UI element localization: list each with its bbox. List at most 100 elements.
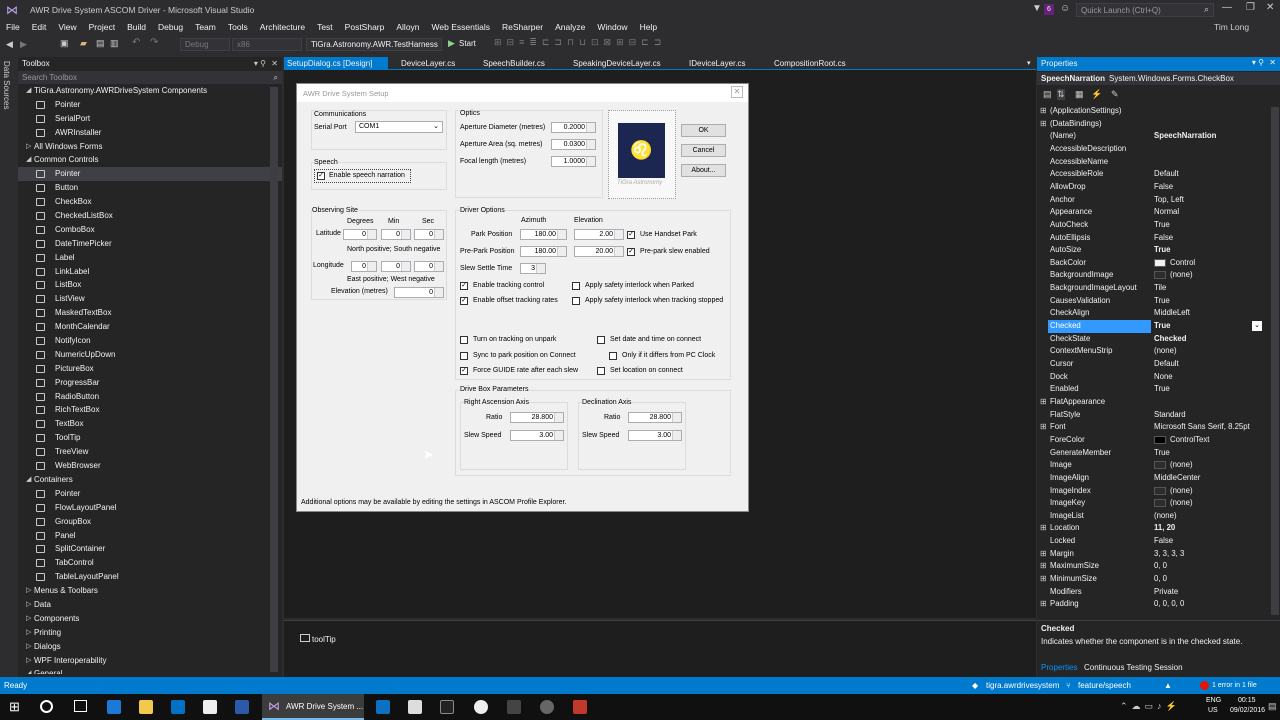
dec-slew-speed-input[interactable]: 3.00 — [628, 430, 682, 441]
pin-icon[interactable]: ▾ ⚲ — [254, 57, 266, 71]
tooltip-component-icon[interactable] — [300, 634, 310, 642]
property-row[interactable]: AutoSize True — [1037, 244, 1267, 257]
settings-gear-icon[interactable] — [540, 700, 554, 714]
menu-item[interactable]: Tools — [222, 20, 254, 35]
property-row[interactable]: AccessibleName — [1037, 156, 1267, 169]
property-row[interactable]: AccessibleDescription — [1037, 143, 1267, 156]
property-row[interactable]: Image (none) — [1037, 459, 1267, 472]
collapse-arrow-icon[interactable]: ◢ — [26, 84, 31, 98]
property-row[interactable]: Enabled True — [1037, 383, 1267, 396]
property-row[interactable]: AutoEllipsis False — [1037, 232, 1267, 245]
property-row[interactable]: CausesValidation True — [1037, 295, 1267, 308]
property-row[interactable]: ImageKey (none) — [1037, 497, 1267, 510]
property-row[interactable]: ⊞ MaximumSize 0, 0 — [1037, 560, 1267, 573]
safety-parked-checkbox[interactable] — [572, 282, 580, 290]
property-row[interactable]: ImageIndex (none) — [1037, 485, 1267, 498]
outlook-icon[interactable] — [171, 700, 185, 714]
property-row[interactable]: ForeColor ControlText — [1037, 434, 1267, 447]
property-value[interactable]: True — [1154, 320, 1170, 333]
property-row[interactable]: Locked False — [1037, 535, 1267, 548]
prepark-elevation-input[interactable]: 20.00 — [574, 246, 624, 257]
toolbox-item[interactable]: LinkLabel — [18, 265, 282, 279]
property-row[interactable]: Anchor Top, Left — [1037, 194, 1267, 207]
toolbox-item[interactable]: NumericUpDown — [18, 348, 282, 362]
powershell-icon[interactable] — [235, 700, 249, 714]
enable-offset-tracking-checkbox[interactable]: ✓ — [460, 297, 468, 305]
value-dropdown-icon[interactable]: ⌄ — [1252, 321, 1262, 332]
ra-slew-speed-input[interactable]: 3.00 — [510, 430, 564, 441]
tracking-on-unpark-checkbox[interactable] — [460, 336, 468, 344]
toolbox-item[interactable]: SplitContainer — [18, 542, 282, 556]
property-row[interactable]: Modifiers Private — [1037, 586, 1267, 599]
data-sources-strip[interactable]: Data Sources — [0, 57, 18, 677]
property-row[interactable]: CheckAlign MiddleLeft — [1037, 307, 1267, 320]
force-guide-checkbox[interactable]: ✓ — [460, 367, 468, 375]
toolbox-item[interactable]: TableLayoutPanel — [18, 570, 282, 584]
toolbox-group[interactable]: ◢ Containers — [18, 473, 282, 487]
set-location-checkbox[interactable] — [597, 367, 605, 375]
alphabetical-icon[interactable]: ⇅ — [1057, 89, 1065, 100]
toolbox-search[interactable]: Search Toolbox ⌕ — [18, 71, 282, 84]
expand-arrow-icon[interactable]: ▷ — [26, 584, 31, 598]
focal-length-input[interactable]: 1.0000 — [551, 156, 596, 167]
properties-close-icon[interactable]: ✕ — [1269, 58, 1276, 67]
setup-dialog-form[interactable]: AWR Drive System Setup ✕ Communications … — [296, 83, 749, 512]
user-name[interactable]: Tim Long — [1208, 20, 1255, 35]
property-row[interactable]: ContextMenuStrip (none) — [1037, 345, 1267, 358]
property-pages-icon[interactable]: ✎ — [1111, 89, 1119, 100]
toolbox-item[interactable]: NotifyIcon — [18, 334, 282, 348]
property-grid-scrollbar[interactable] — [1271, 107, 1279, 615]
property-row[interactable]: ⊞ (ApplicationSettings) — [1037, 105, 1267, 118]
property-row[interactable]: ImageAlign MiddleCenter — [1037, 472, 1267, 485]
toolbox-item[interactable]: RadioButton — [18, 390, 282, 404]
aperture-area-input[interactable]: 0.0300 — [551, 139, 596, 150]
back-icon[interactable]: ◀ — [6, 39, 13, 50]
property-row[interactable]: AccessibleRole Default — [1037, 168, 1267, 181]
dec-ratio-input[interactable]: 28.800 — [628, 412, 682, 423]
startup-project-dropdown[interactable]: TiGra.Astronomy.AWR.TestHarness — [306, 38, 442, 51]
property-row[interactable]: AutoCheck True — [1037, 219, 1267, 232]
longitude-sec-input[interactable]: 0 — [414, 261, 444, 272]
toolbox-group[interactable]: ▷ Data — [18, 598, 282, 612]
toolbox-group[interactable]: ▷ All Windows Forms — [18, 140, 282, 154]
latitude-degrees-input[interactable]: 0 — [343, 229, 377, 240]
toolbox-item[interactable]: Label — [18, 251, 282, 265]
serial-port-dropdown[interactable]: COM1 ⌄ — [355, 121, 443, 133]
edge-icon[interactable] — [107, 700, 121, 714]
terminal-icon[interactable] — [440, 700, 454, 714]
toolbox-group[interactable]: ▷ Printing — [18, 626, 282, 640]
use-handset-park-checkbox[interactable]: ✓ — [627, 231, 635, 239]
expand-arrow-icon[interactable]: ▷ — [26, 598, 31, 612]
property-row[interactable]: ⊞ Font Microsoft Sans Serif, 8.25pt — [1037, 421, 1267, 434]
property-row[interactable]: BackgroundImage (none) — [1037, 269, 1267, 282]
open-icon[interactable]: ▰ — [80, 38, 87, 49]
property-row[interactable]: Cursor Default — [1037, 358, 1267, 371]
music-icon[interactable] — [474, 700, 488, 714]
properties-tab[interactable]: Properties — [1041, 663, 1077, 672]
toolbox-item[interactable]: SerialPort — [18, 112, 282, 126]
toolbox-group[interactable]: ▷ Dialogs — [18, 640, 282, 654]
forward-icon[interactable]: ▶ — [20, 39, 27, 50]
property-row[interactable]: ⊞ Margin 3, 3, 3, 3 — [1037, 548, 1267, 561]
cortana-icon[interactable] — [40, 700, 53, 713]
ok-button[interactable]: OK — [681, 124, 726, 137]
toolbox-item[interactable]: MonthCalendar — [18, 320, 282, 334]
toolbox-close-icon[interactable]: ✕ — [271, 57, 278, 71]
park-azimuth-input[interactable]: 180.00 — [520, 229, 567, 240]
toolbox-item[interactable]: Pointer — [18, 487, 282, 501]
menu-item[interactable]: Edit — [26, 20, 53, 35]
error-summary[interactable]: 1 error in 1 file — [1212, 677, 1257, 694]
expand-icon[interactable]: ⊞ — [1040, 105, 1047, 118]
notification-center-icon[interactable]: ▤ — [1268, 701, 1277, 712]
branch-name[interactable]: feature/speech — [1078, 677, 1131, 694]
tooltip-component-label[interactable]: toolTip — [312, 635, 336, 644]
git-tool-icon[interactable] — [573, 700, 587, 714]
cancel-button[interactable]: Cancel — [681, 144, 726, 157]
toolbox-item[interactable]: PictureBox — [18, 362, 282, 376]
property-row[interactable]: ⊞ Location 11, 20 — [1037, 522, 1267, 535]
collapse-arrow-icon[interactable]: ◢ — [26, 153, 31, 167]
property-row[interactable]: CheckState Checked — [1037, 333, 1267, 346]
toolbox-item[interactable]: TextBox — [18, 417, 282, 431]
enable-speech-checkbox[interactable]: ✓ — [317, 172, 325, 180]
collapse-arrow-icon[interactable]: ◢ — [26, 473, 31, 487]
